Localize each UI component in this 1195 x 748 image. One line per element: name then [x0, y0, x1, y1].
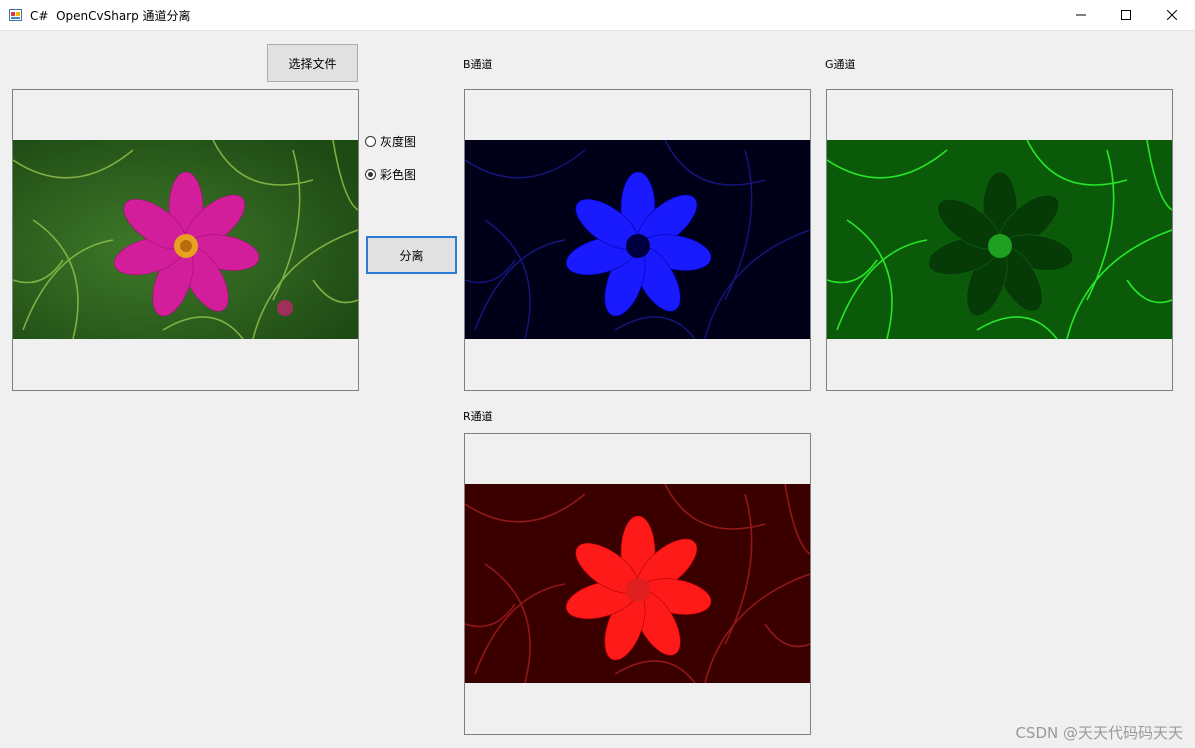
grayscale-radio-label: 灰度图: [380, 135, 417, 149]
maximize-icon: [1121, 10, 1131, 20]
red-channel-image: [465, 484, 810, 683]
split-button[interactable]: 分离: [366, 236, 457, 274]
r-channel-label: R通道: [463, 410, 493, 423]
green-channel-image: [827, 140, 1172, 339]
g-channel-label: G通道: [825, 58, 856, 71]
b-channel-image-box: [464, 89, 811, 391]
r-channel-image-box: [464, 433, 811, 735]
radio-checked-icon: [365, 169, 376, 180]
minimize-button[interactable]: [1058, 0, 1104, 30]
close-button[interactable]: [1149, 0, 1195, 30]
b-channel-label: B通道: [463, 58, 493, 71]
select-file-button[interactable]: 选择文件: [267, 44, 358, 82]
grayscale-radio[interactable]: 灰度图: [365, 133, 416, 150]
app-icon: [9, 9, 22, 21]
close-icon: [1167, 10, 1177, 20]
minimize-icon: [1076, 14, 1086, 16]
color-radio-label: 彩色图: [380, 168, 417, 182]
watermark: CSDN @天天代码码天天: [1015, 724, 1183, 742]
original-flower-image: [13, 140, 358, 339]
color-radio[interactable]: 彩色图: [365, 166, 416, 183]
maximize-button[interactable]: [1103, 0, 1149, 30]
original-image-box: [12, 89, 359, 391]
window-title: C# OpenCvSharp 通道分离: [30, 9, 191, 23]
title-bar: C# OpenCvSharp 通道分离: [0, 0, 1195, 31]
radio-circle-icon: [365, 136, 376, 147]
g-channel-image-box: [826, 89, 1173, 391]
blue-channel-image: [465, 140, 810, 339]
